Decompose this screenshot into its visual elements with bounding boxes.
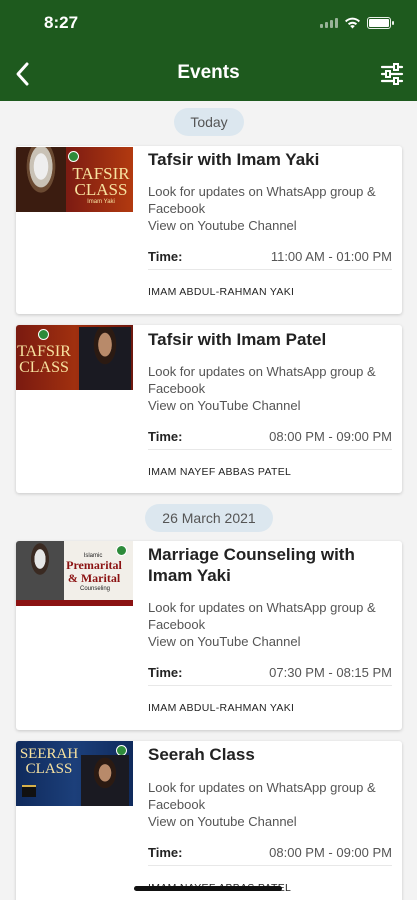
event-time-row: Time: 08:00 PM - 09:00 PM xyxy=(148,424,392,450)
event-card[interactable]: SEERAH CLASS Seerah Class Look for updat… xyxy=(16,741,402,900)
event-card[interactable]: Islamic Premarital & Marital Counseling … xyxy=(16,541,402,730)
time-label: Time: xyxy=(148,665,183,680)
thumbnail-text: TAFSIR xyxy=(17,343,71,360)
event-time-row: Time: 08:00 PM - 09:00 PM xyxy=(148,840,392,866)
app-header: 8:27 Events xyxy=(0,0,417,101)
event-description: Look for updates on WhatsApp group & Fac… xyxy=(148,364,376,396)
event-description: Look for updates on WhatsApp group & Fac… xyxy=(148,780,376,812)
event-time-row: Time: 07:30 PM - 08:15 PM xyxy=(148,660,392,686)
cellular-signal-icon xyxy=(320,17,338,28)
time-label: Time: xyxy=(148,845,183,860)
thumbnail-text: SEERAH xyxy=(19,746,79,762)
status-icons xyxy=(320,16,394,29)
battery-icon xyxy=(367,16,394,29)
event-thumbnail: TAFSIR CLASS xyxy=(16,325,133,390)
event-title: Tafsir with Imam Patel xyxy=(148,330,327,349)
event-card[interactable]: TAFSIR CLASS Tafsir with Imam Patel Look… xyxy=(16,325,402,493)
event-card[interactable]: TAFSIR CLASS Imam Yaki Tafsir with Imam … xyxy=(16,146,402,314)
date-section-header: Today xyxy=(174,108,244,136)
event-description: Look for updates on WhatsApp group & Fac… xyxy=(148,600,376,632)
event-thumbnail: SEERAH CLASS xyxy=(16,741,133,806)
event-time: 08:00 PM - 09:00 PM xyxy=(269,429,392,444)
page-title: Events xyxy=(177,62,240,83)
event-imam: IMAM NAYEF ABBAS PATEL xyxy=(148,466,292,478)
thumbnail-caption: Imam Yaki xyxy=(87,199,115,205)
event-channel-link[interactable]: View on Youtube Channel xyxy=(148,813,297,830)
event-time: 08:00 PM - 09:00 PM xyxy=(269,845,392,860)
time-label: Time: xyxy=(148,429,183,444)
event-title: Tafsir with Imam Yaki xyxy=(148,150,320,169)
event-time: 11:00 AM - 01:00 PM xyxy=(270,249,392,264)
time-label: Time: xyxy=(148,249,183,264)
status-time: 8:27 xyxy=(44,13,79,32)
event-imam: IMAM ABDUL-RAHMAN YAKI xyxy=(148,702,295,714)
date-section-header: 26 March 2021 xyxy=(145,504,273,532)
thumbnail-text: CLASS xyxy=(19,359,69,376)
event-imam: IMAM ABDUL-RAHMAN YAKI xyxy=(148,286,295,298)
home-indicator xyxy=(134,886,282,891)
thumbnail-text: CLASS xyxy=(25,761,73,777)
thumbnail-caption: Counseling xyxy=(79,586,111,592)
wifi-icon xyxy=(345,17,360,29)
event-title: Marriage Counseling with Imam Yaki xyxy=(148,545,355,585)
thumbnail-text: CLASS xyxy=(74,180,128,199)
event-channel-link[interactable]: View on YouTube Channel xyxy=(148,397,301,414)
event-channel-link[interactable]: View on Youtube Channel xyxy=(148,217,297,234)
event-channel-link[interactable]: View on YouTube Channel xyxy=(148,633,301,650)
event-time-row: Time: 11:00 AM - 01:00 PM xyxy=(148,244,392,270)
filter-sliders-icon[interactable] xyxy=(379,62,405,86)
event-title: Seerah Class xyxy=(148,745,255,764)
event-description: Look for updates on WhatsApp group & Fac… xyxy=(148,184,376,216)
event-time: 07:30 PM - 08:15 PM xyxy=(269,665,392,680)
event-thumbnail: Islamic Premarital & Marital Counseling xyxy=(16,541,133,606)
thumbnail-text: & Marital xyxy=(67,571,121,585)
event-thumbnail: TAFSIR CLASS Imam Yaki xyxy=(16,147,133,212)
